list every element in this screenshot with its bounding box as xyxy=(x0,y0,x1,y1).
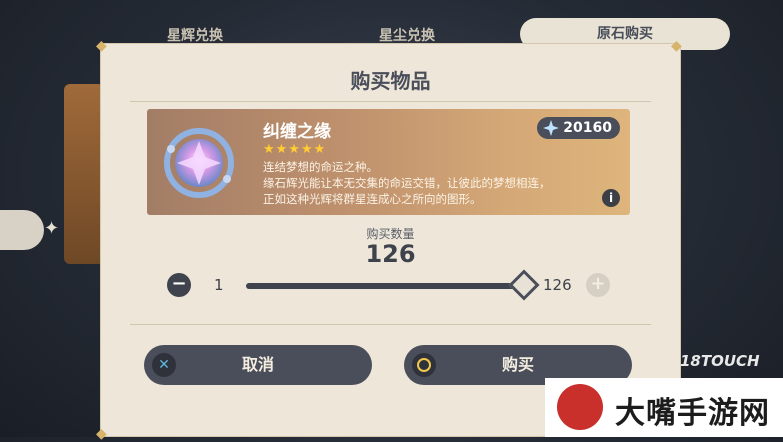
dialog-title: 购买物品 xyxy=(350,69,431,93)
background-side-pill xyxy=(0,210,44,250)
sparkle-icon: ✦ xyxy=(44,218,60,239)
brand-name: 大嘴手游网 xyxy=(615,396,770,431)
item-description: 连结梦想的命运之种。 缘石辉光能让本无交集的命运交错，让彼此的梦想相连， 正如这… xyxy=(263,159,603,207)
plus-icon: + xyxy=(590,273,606,294)
watermark-logo: 大嘴手游网 xyxy=(545,378,783,437)
corner-ornament-icon: ◆ xyxy=(96,38,107,54)
divider xyxy=(130,324,651,325)
corner-ornament-icon: ◆ xyxy=(96,426,107,442)
quantity-max-value: 126 xyxy=(543,276,572,294)
quantity-min-value: 1 xyxy=(214,276,224,294)
description-line: 缘石辉光能让本无交集的命运交错，让彼此的梦想相连， xyxy=(263,176,551,190)
item-name: 纠缠之缘 xyxy=(263,122,331,142)
background-shop-card xyxy=(64,84,104,264)
description-line: 连结梦想的命运之种。 xyxy=(263,160,378,174)
primogem-icon xyxy=(543,120,560,136)
item-card: 纠缠之缘 ★★★★★ 连结梦想的命运之种。 缘石辉光能让本无交集的命运交错，让彼… xyxy=(147,109,630,215)
quantity-value: 126 xyxy=(365,240,416,268)
tab-label: 星尘兑换 xyxy=(379,28,435,44)
confirm-circle-icon xyxy=(412,353,436,377)
info-icon[interactable]: i xyxy=(602,189,620,207)
intertwined-fate-icon xyxy=(164,128,234,198)
brand-logo-icon xyxy=(557,384,603,430)
description-line: 正如这种光辉将群星连成心之所向的图形。 xyxy=(263,192,482,206)
increase-quantity-button[interactable]: + xyxy=(586,273,610,297)
price-value: 20160 xyxy=(563,120,612,136)
cancel-label: 取消 xyxy=(241,355,274,374)
cancel-x-icon: ✕ xyxy=(152,353,176,377)
decrease-quantity-button[interactable]: − xyxy=(167,273,191,297)
quantity-slider-track[interactable] xyxy=(246,283,526,289)
price-badge: 20160 xyxy=(537,117,620,139)
buy-label: 购买 xyxy=(501,355,534,374)
tab-label: 星辉兑换 xyxy=(167,28,223,44)
cancel-button[interactable]: ✕ 取消 xyxy=(144,345,372,385)
watermark-18touch: 18TOUCH xyxy=(680,352,760,370)
rarity-stars: ★★★★★ xyxy=(263,142,327,157)
divider xyxy=(130,101,651,102)
tab-label: 原石购买 xyxy=(597,26,653,42)
minus-icon: − xyxy=(171,273,187,294)
corner-ornament-icon: ◆ xyxy=(671,38,682,54)
quantity-slider-thumb[interactable] xyxy=(508,269,540,301)
